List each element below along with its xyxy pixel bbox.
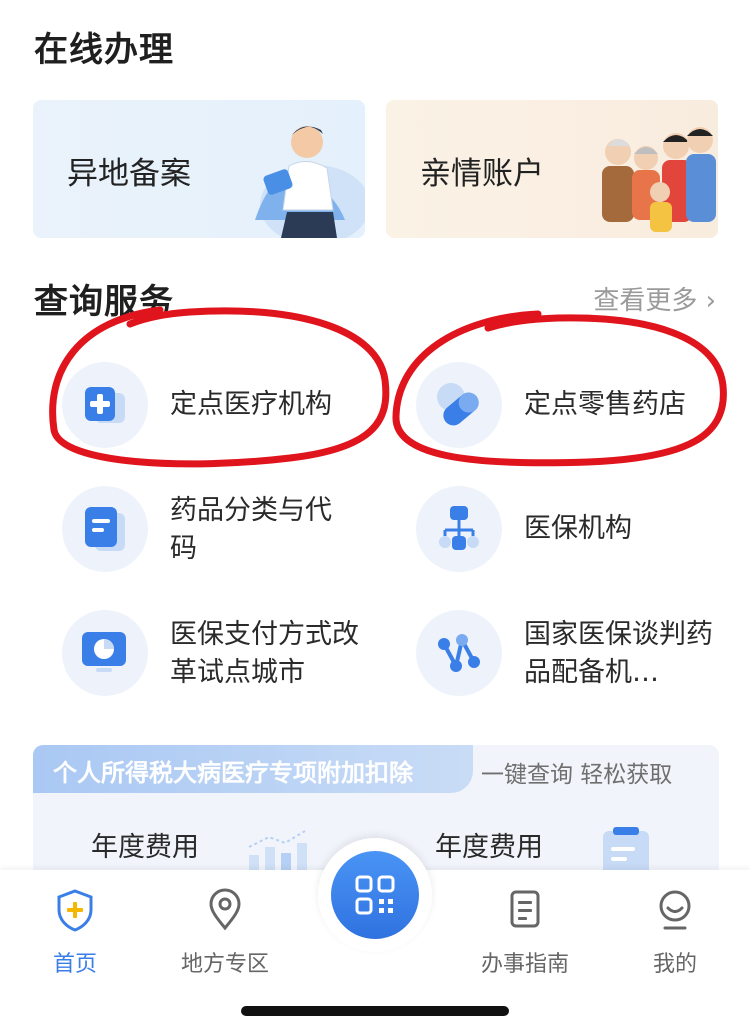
home-indicator[interactable] bbox=[241, 1006, 509, 1016]
tab-mine-label: 我的 bbox=[652, 952, 697, 977]
tab-guide-label: 办事指南 bbox=[480, 952, 569, 977]
service-designated-medical-institution[interactable]: 定点医疗机构 bbox=[62, 362, 382, 452]
pie-chart-icon bbox=[62, 610, 148, 696]
tab-mine[interactable]: 我的 bbox=[620, 888, 730, 978]
service-drug-classification[interactable]: 药品分类与代码 bbox=[62, 486, 382, 576]
document-icon bbox=[62, 486, 148, 572]
qr-code-icon bbox=[355, 875, 395, 915]
query-section-title: 查询服务 bbox=[34, 282, 174, 322]
scan-qr-button[interactable] bbox=[331, 851, 419, 939]
family-illustration bbox=[602, 127, 716, 232]
service-payment-reform-cities[interactable]: 医保支付方式改革试点城市 bbox=[62, 610, 382, 700]
family-account-card[interactable]: 亲情账户 bbox=[386, 100, 718, 238]
service-insurance-agency[interactable]: 医保机构 bbox=[416, 486, 736, 576]
location-pin-icon bbox=[209, 888, 241, 931]
service-label: 国家医保谈判药品配备机… bbox=[524, 619, 713, 688]
service-label: 定点医疗机构 bbox=[170, 389, 332, 420]
annual-fee-left-label: 年度费用 bbox=[91, 832, 199, 863]
org-chart-icon bbox=[416, 486, 502, 572]
view-more-link[interactable]: 查看更多 › bbox=[593, 280, 716, 317]
service-label: 药品分类与代码 bbox=[170, 495, 332, 564]
tab-local-label: 地方专区 bbox=[180, 952, 269, 977]
online-section-title: 在线办理 bbox=[34, 30, 174, 70]
network-icon bbox=[416, 610, 502, 696]
tax-deduction-banner: 个人所得税大病医疗专项附加扣除 bbox=[33, 745, 473, 793]
tax-side-text: 一键查询 轻松获取 bbox=[481, 762, 673, 788]
guide-document-icon bbox=[510, 890, 540, 928]
tab-local-zone[interactable]: 地方专区 bbox=[170, 888, 280, 978]
pill-icon bbox=[416, 362, 502, 448]
profile-face-icon bbox=[659, 890, 691, 930]
service-designated-retail-pharmacy[interactable]: 定点零售药店 bbox=[416, 362, 736, 452]
remote-filing-illustration bbox=[255, 126, 365, 238]
tab-home-label: 首页 bbox=[52, 952, 97, 977]
remote-filing-label: 异地备案 bbox=[67, 156, 191, 192]
shield-plus-icon bbox=[57, 889, 93, 932]
service-negotiated-drug-institutions[interactable]: 国家医保谈判药品配备机… bbox=[416, 610, 736, 700]
service-label: 医保机构 bbox=[524, 513, 632, 544]
annual-fee-right-label: 年度费用 bbox=[435, 832, 543, 863]
medical-institution-icon bbox=[62, 362, 148, 448]
family-account-label: 亲情账户 bbox=[420, 156, 544, 192]
service-label: 医保支付方式改革试点城市 bbox=[170, 619, 359, 688]
service-label: 定点零售药店 bbox=[524, 389, 686, 420]
tab-home[interactable]: 首页 bbox=[20, 888, 130, 978]
remote-filing-card[interactable]: 异地备案 bbox=[33, 100, 365, 238]
tab-service-guide[interactable]: 办事指南 bbox=[470, 888, 580, 978]
tax-banner-text: 个人所得税大病医疗专项附加扣除 bbox=[53, 759, 413, 787]
